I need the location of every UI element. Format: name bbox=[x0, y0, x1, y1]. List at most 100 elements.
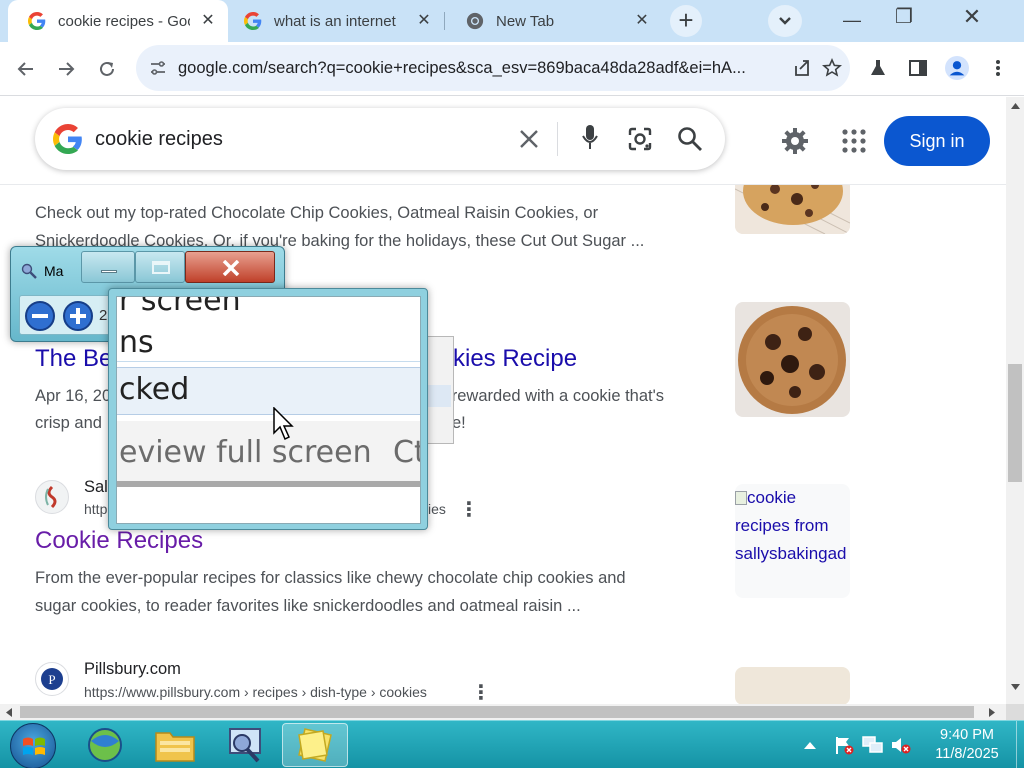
magnified-text: cked bbox=[119, 372, 190, 407]
side-panel-icon[interactable] bbox=[906, 56, 930, 80]
close-icon bbox=[222, 260, 240, 276]
taskbar-sticky-notes-button[interactable] bbox=[282, 723, 348, 767]
google-g-icon bbox=[28, 12, 46, 30]
search-icon[interactable] bbox=[677, 126, 703, 152]
window-close-button[interactable]: ✕ bbox=[946, 0, 998, 34]
magnifier-minimize-button[interactable] bbox=[81, 251, 135, 283]
window-restore-button[interactable]: ❐ bbox=[878, 0, 930, 34]
taskbar-ie-button[interactable] bbox=[72, 723, 138, 767]
scroll-down-arrow-icon[interactable] bbox=[1011, 683, 1020, 691]
google-apps-grid-icon[interactable] bbox=[842, 129, 866, 153]
vertical-scrollbar[interactable] bbox=[1006, 97, 1024, 704]
broken-image-icon bbox=[735, 491, 747, 505]
search-query-text[interactable]: cookie recipes bbox=[95, 128, 223, 151]
result-thumbnail-cookie[interactable] bbox=[735, 667, 850, 705]
site-url[interactable]: https://www.pillsbury.com › recipes › di… bbox=[84, 684, 427, 700]
google-search-box[interactable]: cookie recipes bbox=[35, 108, 725, 170]
result-title-link[interactable]: kies Recipe bbox=[453, 345, 577, 373]
browser-toolbar: google.com/search?q=cookie+recipes&sca_e… bbox=[0, 42, 1024, 96]
start-button[interactable] bbox=[10, 723, 56, 768]
zoom-out-icon[interactable] bbox=[24, 300, 56, 332]
folder-icon bbox=[155, 732, 195, 762]
close-tab-icon[interactable]: ✕ bbox=[198, 11, 218, 31]
snippet-line: e rewarded with a cookie that's bbox=[438, 387, 665, 405]
site-info-icon[interactable] bbox=[148, 58, 168, 78]
scroll-left-arrow-icon[interactable] bbox=[5, 708, 13, 717]
tab-what-is-an-internet[interactable]: what is an internet ✕ bbox=[224, 0, 444, 42]
tab-new-tab[interactable]: New Tab ✕ bbox=[446, 0, 662, 42]
zoom-level-text: 2 bbox=[99, 307, 108, 324]
voice-search-mic-icon[interactable] bbox=[581, 124, 599, 152]
bookmark-star-icon[interactable] bbox=[822, 58, 842, 78]
scroll-up-arrow-icon[interactable] bbox=[1011, 102, 1020, 110]
magnified-view: r screen ns cked eview full screen Ct bbox=[116, 296, 421, 524]
back-button[interactable] bbox=[10, 53, 42, 85]
close-tab-icon[interactable]: ✕ bbox=[414, 11, 434, 31]
address-bar[interactable]: google.com/search?q=cookie+recipes&sca_e… bbox=[136, 45, 850, 91]
magnified-text: Ct bbox=[393, 435, 420, 470]
close-tab-icon[interactable]: ✕ bbox=[632, 11, 652, 31]
labs-flask-icon[interactable] bbox=[866, 56, 890, 80]
chrome-icon bbox=[466, 12, 484, 30]
action-center-flag-icon[interactable] bbox=[834, 735, 854, 755]
scrollbar-thumb[interactable] bbox=[1008, 364, 1022, 482]
site-url[interactable]: ies bbox=[428, 501, 446, 517]
site-name[interactable]: Pillsbury.com bbox=[84, 660, 181, 679]
window-minimize-button[interactable]: — bbox=[826, 0, 878, 34]
clock-time: 9:40 PM bbox=[940, 727, 994, 743]
arrow-left-icon bbox=[17, 62, 33, 76]
show-desktop-button[interactable] bbox=[1016, 721, 1024, 768]
taskbar-magnifier-button[interactable] bbox=[212, 723, 278, 767]
tab-search-button[interactable] bbox=[768, 5, 802, 37]
profile-avatar-icon[interactable] bbox=[945, 56, 969, 80]
tab-cookie-recipes[interactable]: cookie recipes - Google Search ✕ bbox=[8, 0, 228, 42]
magnifier-app-icon bbox=[21, 263, 37, 279]
windows-logo-icon bbox=[23, 737, 45, 755]
lens-camera-icon[interactable] bbox=[627, 126, 653, 152]
chrome-menu-icon[interactable] bbox=[986, 56, 1010, 80]
mouse-cursor-icon bbox=[273, 407, 294, 441]
result-thumbnail-cookie[interactable] bbox=[735, 302, 850, 417]
horizontal-scrollbar[interactable] bbox=[0, 704, 1006, 720]
scrollbar-thumb[interactable] bbox=[20, 706, 974, 718]
broken-image-thumbnail[interactable]: cookie recipes from sallysbakingad bbox=[735, 484, 850, 598]
network-icon[interactable] bbox=[862, 735, 884, 755]
show-hidden-icons-icon[interactable] bbox=[804, 741, 816, 749]
scrollbar-corner bbox=[1006, 704, 1024, 720]
volume-muted-icon[interactable] bbox=[890, 735, 912, 755]
tab-title: cookie recipes - Google Search bbox=[58, 12, 190, 30]
magnifier-close-button[interactable] bbox=[185, 251, 275, 283]
arrow-right-icon bbox=[59, 62, 75, 76]
magnified-separator bbox=[117, 361, 420, 362]
scroll-right-arrow-icon[interactable] bbox=[988, 708, 996, 717]
reload-icon bbox=[100, 61, 114, 76]
reload-button[interactable] bbox=[91, 53, 123, 85]
magnifier-app-icon bbox=[229, 728, 261, 763]
broken-image-alt: cookie recipes from sallysbakingad bbox=[735, 488, 847, 563]
sticky-notes-icon bbox=[298, 728, 332, 762]
share-icon[interactable] bbox=[792, 58, 812, 78]
magnified-text: r screen bbox=[119, 296, 241, 318]
site-favicon: P bbox=[35, 662, 69, 696]
chevron-down-icon bbox=[779, 17, 791, 25]
more-options-icon[interactable]: ⋮ bbox=[471, 683, 491, 703]
tab-title: what is an internet bbox=[274, 12, 396, 30]
settings-gear-icon[interactable] bbox=[781, 127, 809, 155]
result-title-link[interactable]: The Be bbox=[35, 345, 112, 373]
site-name[interactable]: Sal bbox=[84, 478, 108, 497]
new-tab-button[interactable]: + bbox=[670, 5, 702, 37]
magnifier-title: Ma bbox=[44, 263, 64, 279]
minimize-icon bbox=[101, 270, 117, 273]
svg-text:P: P bbox=[48, 672, 55, 687]
taskbar-explorer-button[interactable] bbox=[142, 723, 208, 767]
google-g-icon bbox=[244, 12, 262, 30]
clear-search-icon[interactable] bbox=[519, 129, 539, 149]
magnifier-maximize-button[interactable] bbox=[135, 251, 185, 283]
site-url[interactable]: http bbox=[84, 501, 107, 517]
system-clock[interactable]: 9:40 PM 11/8/2025 bbox=[920, 726, 1014, 764]
result-title-link[interactable]: Cookie Recipes bbox=[35, 527, 203, 555]
forward-button[interactable] bbox=[50, 53, 82, 85]
zoom-in-icon[interactable] bbox=[62, 300, 94, 332]
sign-in-button[interactable]: Sign in bbox=[884, 116, 990, 166]
more-options-icon[interactable]: ⋮ bbox=[459, 500, 479, 520]
